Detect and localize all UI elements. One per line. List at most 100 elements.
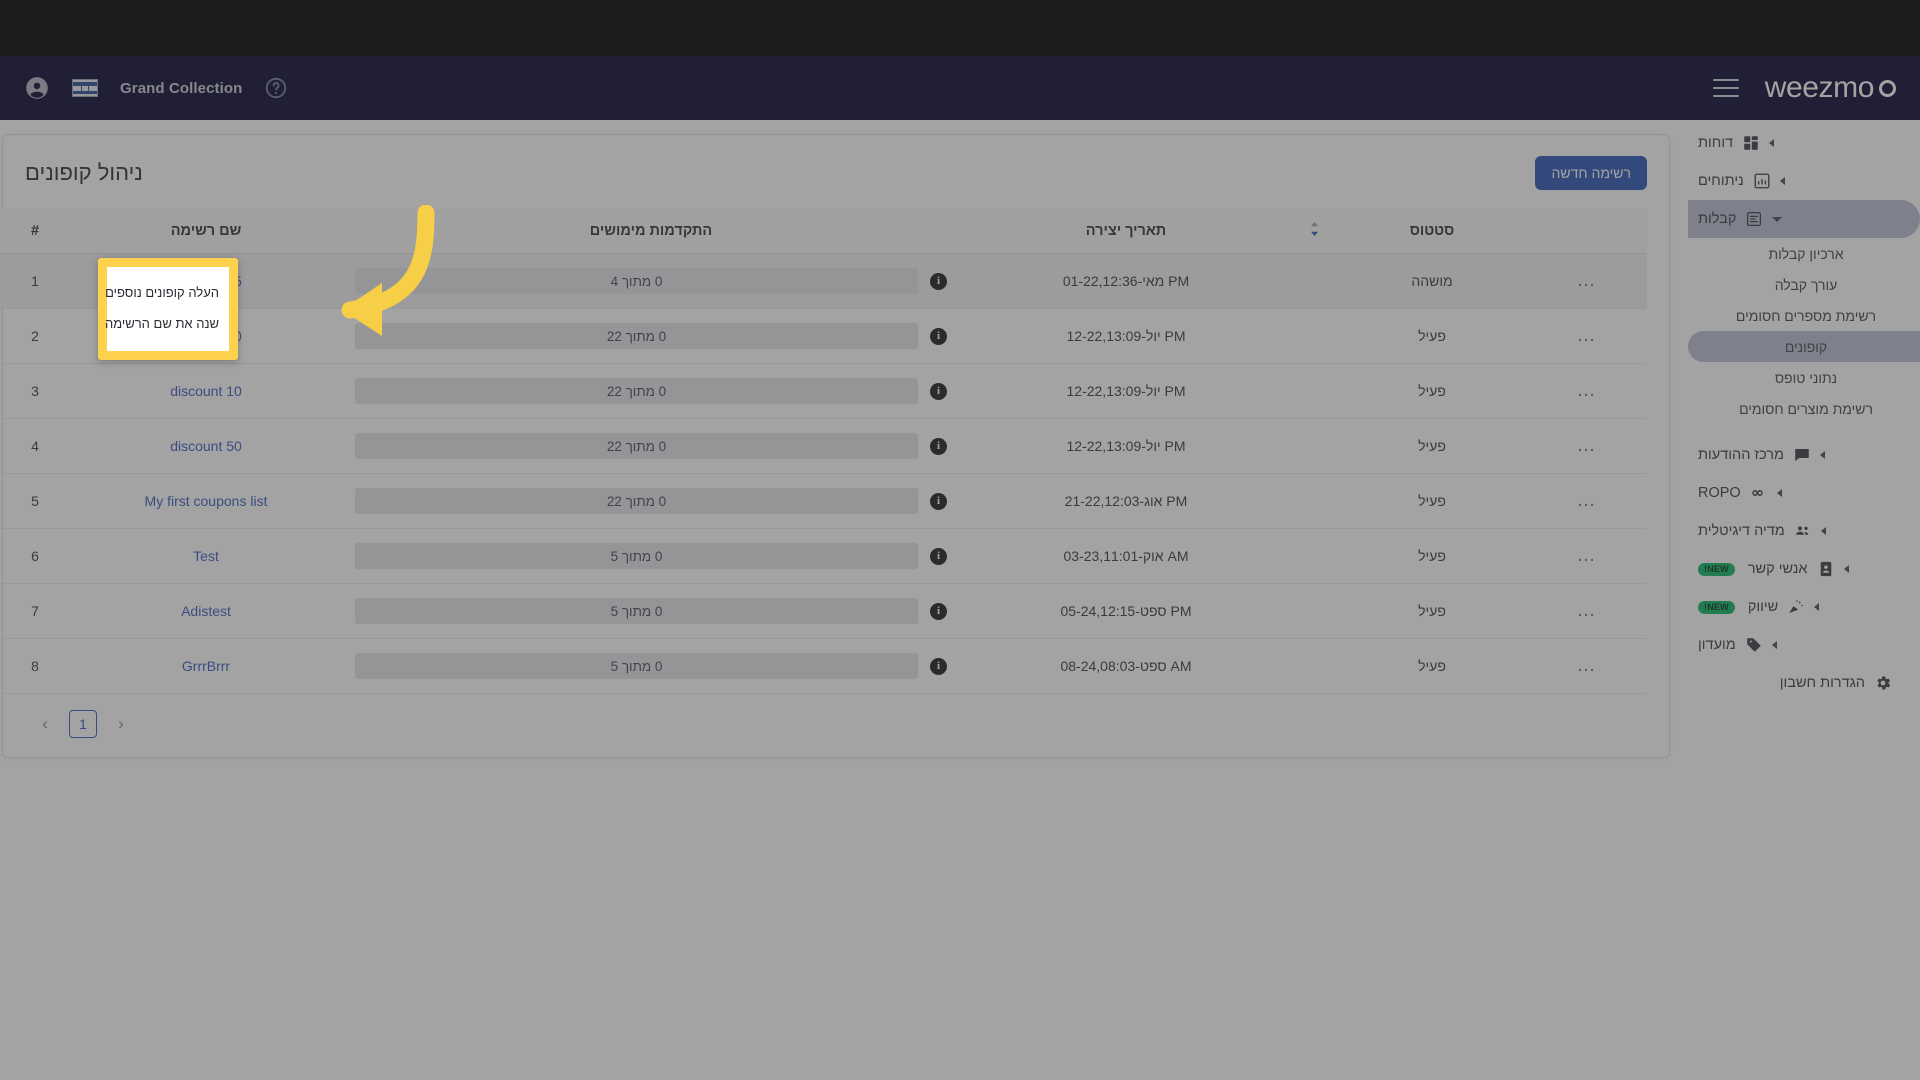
bar-chart-icon <box>1754 173 1770 189</box>
sidebar-subitem-label: ארכיון קבלות <box>1768 245 1844 262</box>
sidebar-subitem-coupons[interactable]: קופונים <box>1688 331 1920 362</box>
row-actions-icon[interactable]: … <box>1577 490 1598 511</box>
chevron-left-icon <box>1843 565 1849 573</box>
coupons-table: סטטוס תאריך יצירה התקדמות מימושים שם רשי… <box>0 209 1647 694</box>
sidebar-item-analytics[interactable]: ניתוחים <box>1688 162 1920 200</box>
info-icon[interactable]: i <box>930 602 947 620</box>
coupon-list-link[interactable]: My first coupons list <box>145 493 268 509</box>
sidebar-subitem-receipt-archive[interactable]: ארכיון קבלות <box>1688 238 1920 269</box>
table-row[interactable]: … מושהה 01-מאי-22,12:36 PM i 0 מתוך 4 di… <box>0 253 1647 309</box>
progress-wrapper: i 0 מתוך 5 <box>355 598 947 624</box>
info-icon[interactable]: i <box>930 382 947 400</box>
row-menu-cell[interactable]: … <box>1527 528 1647 584</box>
row-name-cell[interactable]: Test <box>71 528 341 584</box>
chevron-left-icon <box>1776 489 1782 497</box>
row-context-menu[interactable]: העלה קופונים נוספים שנה את שם הרשימה <box>98 258 238 360</box>
table-row[interactable]: … פעיל 12-יול-22,13:09 PM i 0 מתוך 22 di… <box>0 308 1647 364</box>
row-actions-icon[interactable]: … <box>1577 655 1598 676</box>
sidebar-item-receipts[interactable]: קבלות <box>1688 200 1920 238</box>
sidebar-item-account-settings[interactable]: הגדרות חשבון <box>1688 664 1920 702</box>
chevron-left-icon <box>1814 603 1820 611</box>
info-icon[interactable]: i <box>930 657 947 675</box>
sidebar-subitem-label: רשימת מוצרים חסומים <box>1739 400 1873 417</box>
row-menu-cell[interactable]: … <box>1527 638 1647 694</box>
column-header-sort[interactable] <box>1291 209 1337 254</box>
row-actions-icon[interactable]: … <box>1577 270 1598 291</box>
info-icon[interactable]: i <box>930 272 947 290</box>
row-number-cell: 4 <box>0 418 71 474</box>
row-name-cell[interactable]: discount 50 <box>71 418 341 474</box>
progress-wrapper: i 0 מתוך 5 <box>355 653 947 679</box>
sidebar-subitem-receipt-editor[interactable]: עורך קבלה <box>1688 269 1920 300</box>
sidebar-item-label: קבלות <box>1698 211 1737 227</box>
sort-icon[interactable] <box>1309 221 1320 237</box>
row-number-cell: 1 <box>0 253 71 309</box>
sidebar-item-message-center[interactable]: מרכז ההודעות <box>1688 436 1920 474</box>
row-menu-cell[interactable]: … <box>1527 253 1647 309</box>
account-circle-icon[interactable] <box>24 75 50 101</box>
progress-bar: 0 מתוך 4 <box>355 268 918 294</box>
receipt-icon <box>1747 211 1762 227</box>
row-number-cell: 3 <box>0 363 71 419</box>
row-created-cell: 12-יול-22,13:09 PM <box>961 363 1291 419</box>
row-name-cell[interactable]: Adistest <box>71 583 341 639</box>
table-row[interactable]: … פעיל 08-ספט-24,08:03 AM i 0 מתוך 5 Grr… <box>0 638 1647 694</box>
info-icon[interactable]: i <box>930 547 947 565</box>
row-number-cell: 8 <box>0 638 71 694</box>
row-created-value: 05-ספט-24,12:15 PM <box>1060 603 1192 619</box>
sidebar-subitem-form-data[interactable]: נתוני טופס <box>1688 362 1920 393</box>
row-actions-icon[interactable]: … <box>1577 545 1598 566</box>
row-actions-icon[interactable]: … <box>1577 600 1598 621</box>
pagination-prev-button[interactable]: ‹ <box>31 710 59 738</box>
row-menu-cell[interactable]: … <box>1527 418 1647 474</box>
coupon-list-link[interactable]: GrrrBrrr <box>182 658 230 674</box>
row-actions-icon[interactable]: … <box>1577 380 1598 401</box>
table-row[interactable]: … פעיל 12-יול-22,13:09 PM i 0 מתוך 22 di… <box>0 363 1647 419</box>
new-list-button[interactable]: רשימה חדשה <box>1535 156 1647 190</box>
row-menu-cell[interactable]: … <box>1527 308 1647 364</box>
row-name-cell[interactable]: discount 10 <box>71 363 341 419</box>
progress-wrapper: i 0 מתוך 22 <box>355 323 947 349</box>
sidebar-item-contacts[interactable]: אנשי קשר NEW! <box>1688 550 1920 588</box>
context-menu-item-rename-list[interactable]: שנה את שם הרשימה <box>105 308 229 339</box>
sidebar-subitem-blocked-products[interactable]: רשימת מוצרים חסומים <box>1688 393 1920 424</box>
row-name-cell[interactable]: My first coupons list <box>71 473 341 529</box>
coupon-list-link[interactable]: discount 50 <box>170 438 242 454</box>
row-actions-icon[interactable]: … <box>1577 435 1598 456</box>
row-menu-cell[interactable]: … <box>1527 473 1647 529</box>
pagination-next-button[interactable]: › <box>107 710 135 738</box>
row-menu-cell[interactable]: … <box>1527 583 1647 639</box>
pagination: ‹ 1 › <box>25 694 1647 754</box>
sidebar-item-digital-media[interactable]: מדיה דיגיטלית <box>1688 512 1920 550</box>
info-icon[interactable]: i <box>930 327 947 345</box>
row-name-cell[interactable]: GrrrBrrr <box>71 638 341 694</box>
coupon-list-link[interactable]: Test <box>193 548 219 564</box>
row-progress-cell: i 0 מתוך 22 <box>341 363 961 419</box>
progress-wrapper: i 0 מתוך 5 <box>355 543 947 569</box>
topbar-left-group: Grand Collection <box>24 75 288 101</box>
row-menu-cell[interactable]: … <box>1527 363 1647 419</box>
israel-flag-icon[interactable] <box>72 79 98 97</box>
coupon-list-link[interactable]: discount 10 <box>170 383 242 399</box>
table-row[interactable]: … פעיל 05-ספט-24,12:15 PM i 0 מתוך 5 Adi… <box>0 583 1647 639</box>
context-menu-item-upload-more-coupons[interactable]: העלה קופונים נוספים <box>105 277 229 308</box>
table-row[interactable]: … פעיל 21-אוג-22,12:03 PM i 0 מתוך 22 My… <box>0 473 1647 529</box>
sidebar-item-club[interactable]: מועדון <box>1688 626 1920 664</box>
pagination-page-1[interactable]: 1 <box>69 710 97 738</box>
table-row[interactable]: … פעיל 12-יול-22,13:09 PM i 0 מתוך 22 di… <box>0 418 1647 474</box>
hamburger-menu-icon[interactable] <box>1712 79 1739 97</box>
topbar-right-group: weezmo <box>1712 71 1896 105</box>
info-icon[interactable]: i <box>930 437 947 455</box>
info-icon[interactable]: i <box>930 492 947 510</box>
sidebar-subitem-blocked-numbers[interactable]: רשימת מספרים חסומים <box>1688 300 1920 331</box>
help-circle-icon[interactable] <box>264 76 288 100</box>
sidebar-item-marketing[interactable]: שיווק NEW! <box>1688 588 1920 626</box>
sidebar-item-reports[interactable]: דוחות <box>1688 124 1920 162</box>
row-created-value: 12-יול-22,13:09 PM <box>1066 383 1186 399</box>
row-actions-icon[interactable]: … <box>1577 325 1598 346</box>
sidebar-item-ropo[interactable]: ROPO <box>1688 474 1920 512</box>
coupon-list-link[interactable]: Adistest <box>181 603 231 619</box>
table-row[interactable]: … פעיל 03-אוק-23,11:01 AM i 0 מתוך 5 Tes… <box>0 528 1647 584</box>
row-created-value: 03-אוק-23,11:01 AM <box>1063 548 1189 564</box>
progress-wrapper: i 0 מתוך 22 <box>355 378 947 404</box>
